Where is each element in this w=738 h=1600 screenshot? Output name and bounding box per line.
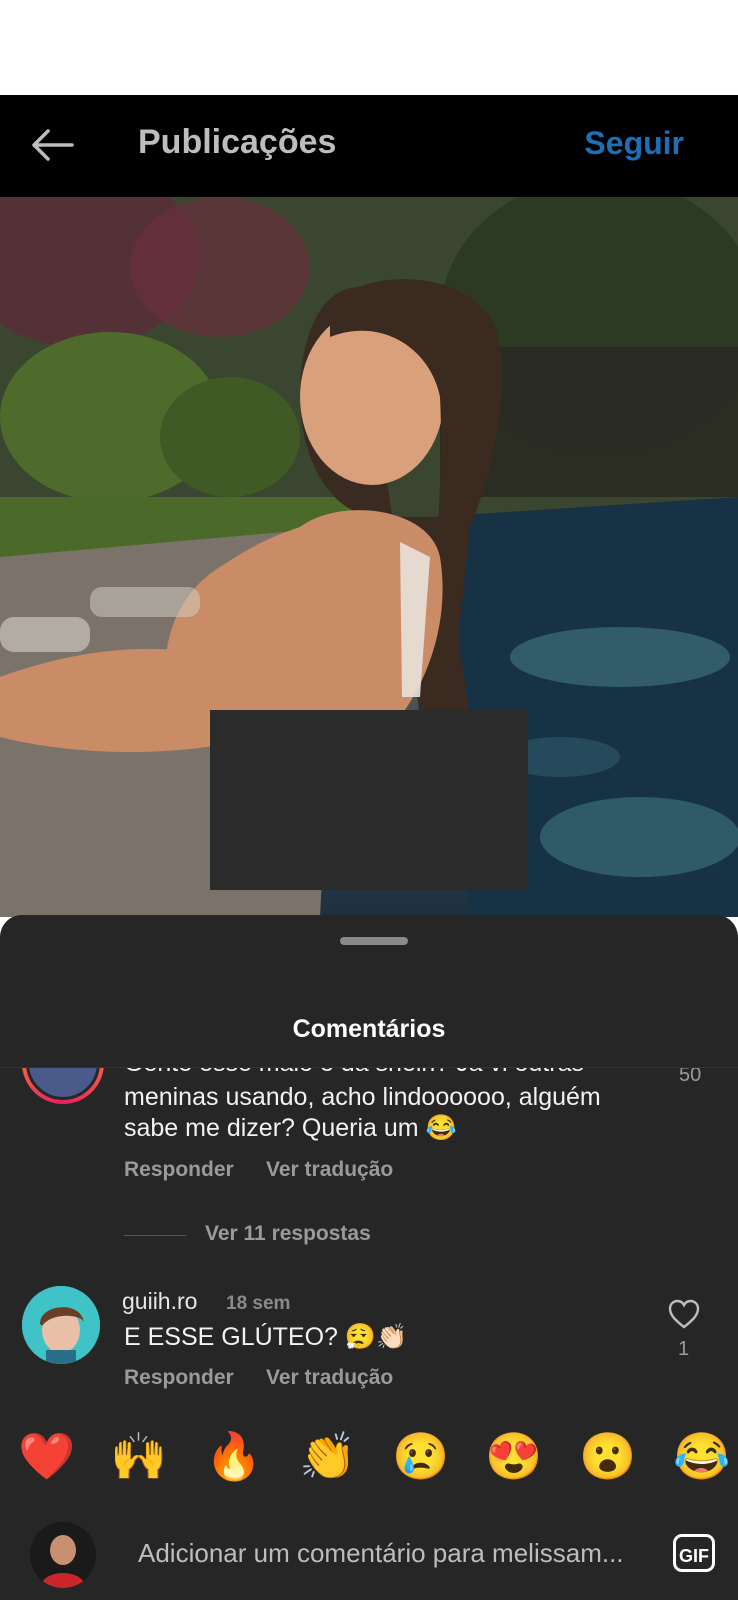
sheet-title: Comentários xyxy=(292,1015,446,1043)
top-header: Publicações Seguir xyxy=(0,95,738,197)
emoji-quick-bar: ❤️ 🙌 🔥 👏 😢 😍 😮 😂 xyxy=(0,1426,738,1496)
page-title: Publicações xyxy=(138,123,337,161)
back-button[interactable] xyxy=(28,125,78,165)
avatar-image xyxy=(22,1286,100,1364)
own-avatar xyxy=(30,1522,96,1588)
username[interactable]: guiih.ro xyxy=(122,1286,197,1317)
emoji-clapping[interactable]: 👏 xyxy=(298,1426,358,1486)
like-count: 50 xyxy=(679,1068,702,1086)
post-photo[interactable] xyxy=(0,197,738,917)
comment-input[interactable]: Adicionar um comentário para melissam... xyxy=(138,1538,624,1569)
emoji-laughing[interactable]: 😂 xyxy=(672,1426,732,1486)
arrow-left-icon xyxy=(32,129,74,161)
translate-button[interactable]: Ver tradução xyxy=(266,1158,393,1182)
gif-button[interactable]: GIF xyxy=(673,1534,715,1572)
emoji-heart[interactable]: ❤️ xyxy=(17,1426,77,1486)
emoji-heart-eyes[interactable]: 😍 xyxy=(484,1426,544,1486)
commenter-avatar[interactable] xyxy=(22,1068,104,1104)
replies-line xyxy=(124,1235,186,1236)
translate-button[interactable]: Ver tradução xyxy=(266,1366,393,1390)
comment-text-line: Gente esse maiô é da shein? Já vi outras xyxy=(124,1068,584,1079)
comment-text-line: meninas usando, acho lindoooooo, alguém xyxy=(124,1083,601,1111)
redaction-box xyxy=(210,710,528,890)
commenter-avatar[interactable] xyxy=(22,1286,100,1364)
like-button[interactable] xyxy=(667,1298,701,1330)
comment-time: 18 sem xyxy=(226,1293,291,1314)
comment-text-line: sabe me dizer? Queria um 😂 xyxy=(124,1114,457,1142)
like-count: 1 xyxy=(678,1338,690,1360)
follow-button[interactable]: Seguir xyxy=(584,125,684,162)
emoji-surprised[interactable]: 😮 xyxy=(578,1426,638,1486)
comments-list[interactable]: Gente esse maiô é da shein? Já vi outras… xyxy=(0,1068,738,1438)
comment-text: E ESSE GLÚTEO? 😮‍💨👏🏻 xyxy=(124,1323,408,1351)
reply-button[interactable]: Responder xyxy=(124,1158,234,1182)
reply-button[interactable]: Responder xyxy=(124,1366,234,1390)
comments-sheet: Comentários Gente esse maiô é da shein? … xyxy=(0,915,738,1600)
emoji-raised-hands[interactable]: 🙌 xyxy=(109,1426,169,1486)
emoji-crying[interactable]: 😢 xyxy=(391,1426,451,1486)
heart-outline-icon xyxy=(668,1299,700,1329)
own-avatar-image xyxy=(30,1522,96,1588)
view-replies-button[interactable]: Ver 11 respostas xyxy=(205,1222,371,1246)
status-bar-area xyxy=(0,0,738,95)
emoji-fire[interactable]: 🔥 xyxy=(204,1426,264,1486)
comment-input-bar: Adicionar um comentário para melissam...… xyxy=(0,1510,738,1600)
drag-handle[interactable] xyxy=(340,937,408,945)
